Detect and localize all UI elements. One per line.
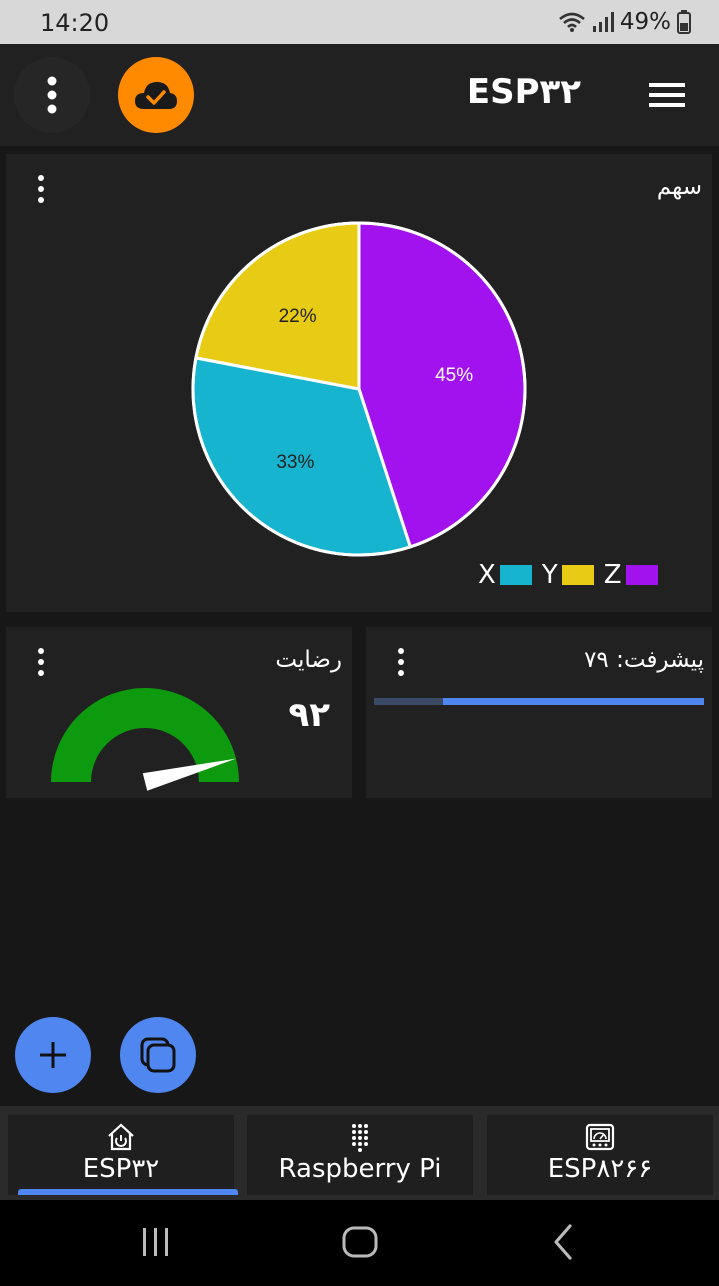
hamburger-menu-icon[interactable] xyxy=(646,78,688,112)
home-icon[interactable] xyxy=(340,1220,380,1264)
tab-label-esp8266: ESP۸۲۶۶ xyxy=(547,1154,653,1184)
app-title: ESP۳۲ xyxy=(466,72,581,112)
tab-raspberry-pi[interactable]: Raspberry Pi xyxy=(247,1115,473,1195)
pie-label-y: 33% xyxy=(276,452,314,473)
tab-esp32[interactable]: ESP۳۲ xyxy=(8,1115,238,1195)
signal-icon xyxy=(592,12,614,32)
gauge-card: رضایت ۹۲ xyxy=(6,627,352,798)
active-tab-indicator xyxy=(18,1189,238,1195)
bottom-tab-bar: ESP۳۲ Raspberry Pi ESP۸۲۶۶ xyxy=(0,1106,719,1200)
pie-chart-card: سهم 45% 33% 22% xyxy=(6,154,712,612)
progress-bar xyxy=(374,698,704,705)
legend-swatch-x xyxy=(499,565,532,585)
home-power-icon xyxy=(108,1123,134,1151)
legend-label-x: X xyxy=(478,560,496,590)
vertical-dots-icon xyxy=(47,76,57,114)
tab-label-esp32: ESP۳۲ xyxy=(82,1154,160,1184)
battery-percent: 49% xyxy=(619,9,671,35)
chart-legend: X Y Z xyxy=(478,560,668,590)
pie-chart: 45% 33% 22% xyxy=(191,221,527,557)
pie-label-x: 45% xyxy=(435,365,473,386)
progress-card-title: پیشرفت: ۷۹ xyxy=(584,647,704,673)
legend-label-y: Y xyxy=(541,560,558,590)
duplicate-button[interactable] xyxy=(120,1017,196,1093)
progress-card: پیشرفت: ۷۹ xyxy=(366,627,712,798)
legend-swatch-z xyxy=(625,565,658,585)
gauge-arc xyxy=(51,688,239,782)
tab-label-raspberry-pi: Raspberry Pi xyxy=(278,1154,442,1184)
status-bar: 14:20 49% xyxy=(0,0,719,44)
cloud-check-icon xyxy=(135,82,177,109)
monitor-gauge-icon xyxy=(585,1123,615,1151)
copy-icon xyxy=(140,1037,176,1073)
dot-grid-icon xyxy=(352,1124,368,1152)
back-icon[interactable] xyxy=(550,1220,578,1264)
recent-apps-icon[interactable] xyxy=(140,1220,172,1264)
app-bar: ESP۳۲ xyxy=(0,44,719,146)
tab-esp8266[interactable]: ESP۸۲۶۶ xyxy=(487,1115,713,1195)
cloud-sync-button[interactable] xyxy=(118,57,194,133)
battery-icon xyxy=(677,10,691,34)
pie-label-z: 22% xyxy=(279,306,317,327)
gauge xyxy=(51,688,239,791)
add-widget-button[interactable] xyxy=(15,1017,91,1093)
card-menu-icon[interactable] xyxy=(391,645,411,679)
progress-fill xyxy=(443,698,704,705)
overflow-menu-button[interactable] xyxy=(14,57,90,133)
legend-swatch-y xyxy=(561,565,594,585)
system-nav-bar xyxy=(0,1200,719,1286)
wifi-icon xyxy=(559,12,585,32)
status-time: 14:20 xyxy=(40,9,110,37)
plus-icon xyxy=(40,1042,66,1068)
status-icons: 49% xyxy=(558,9,691,35)
legend-label-z: Z xyxy=(603,560,622,590)
